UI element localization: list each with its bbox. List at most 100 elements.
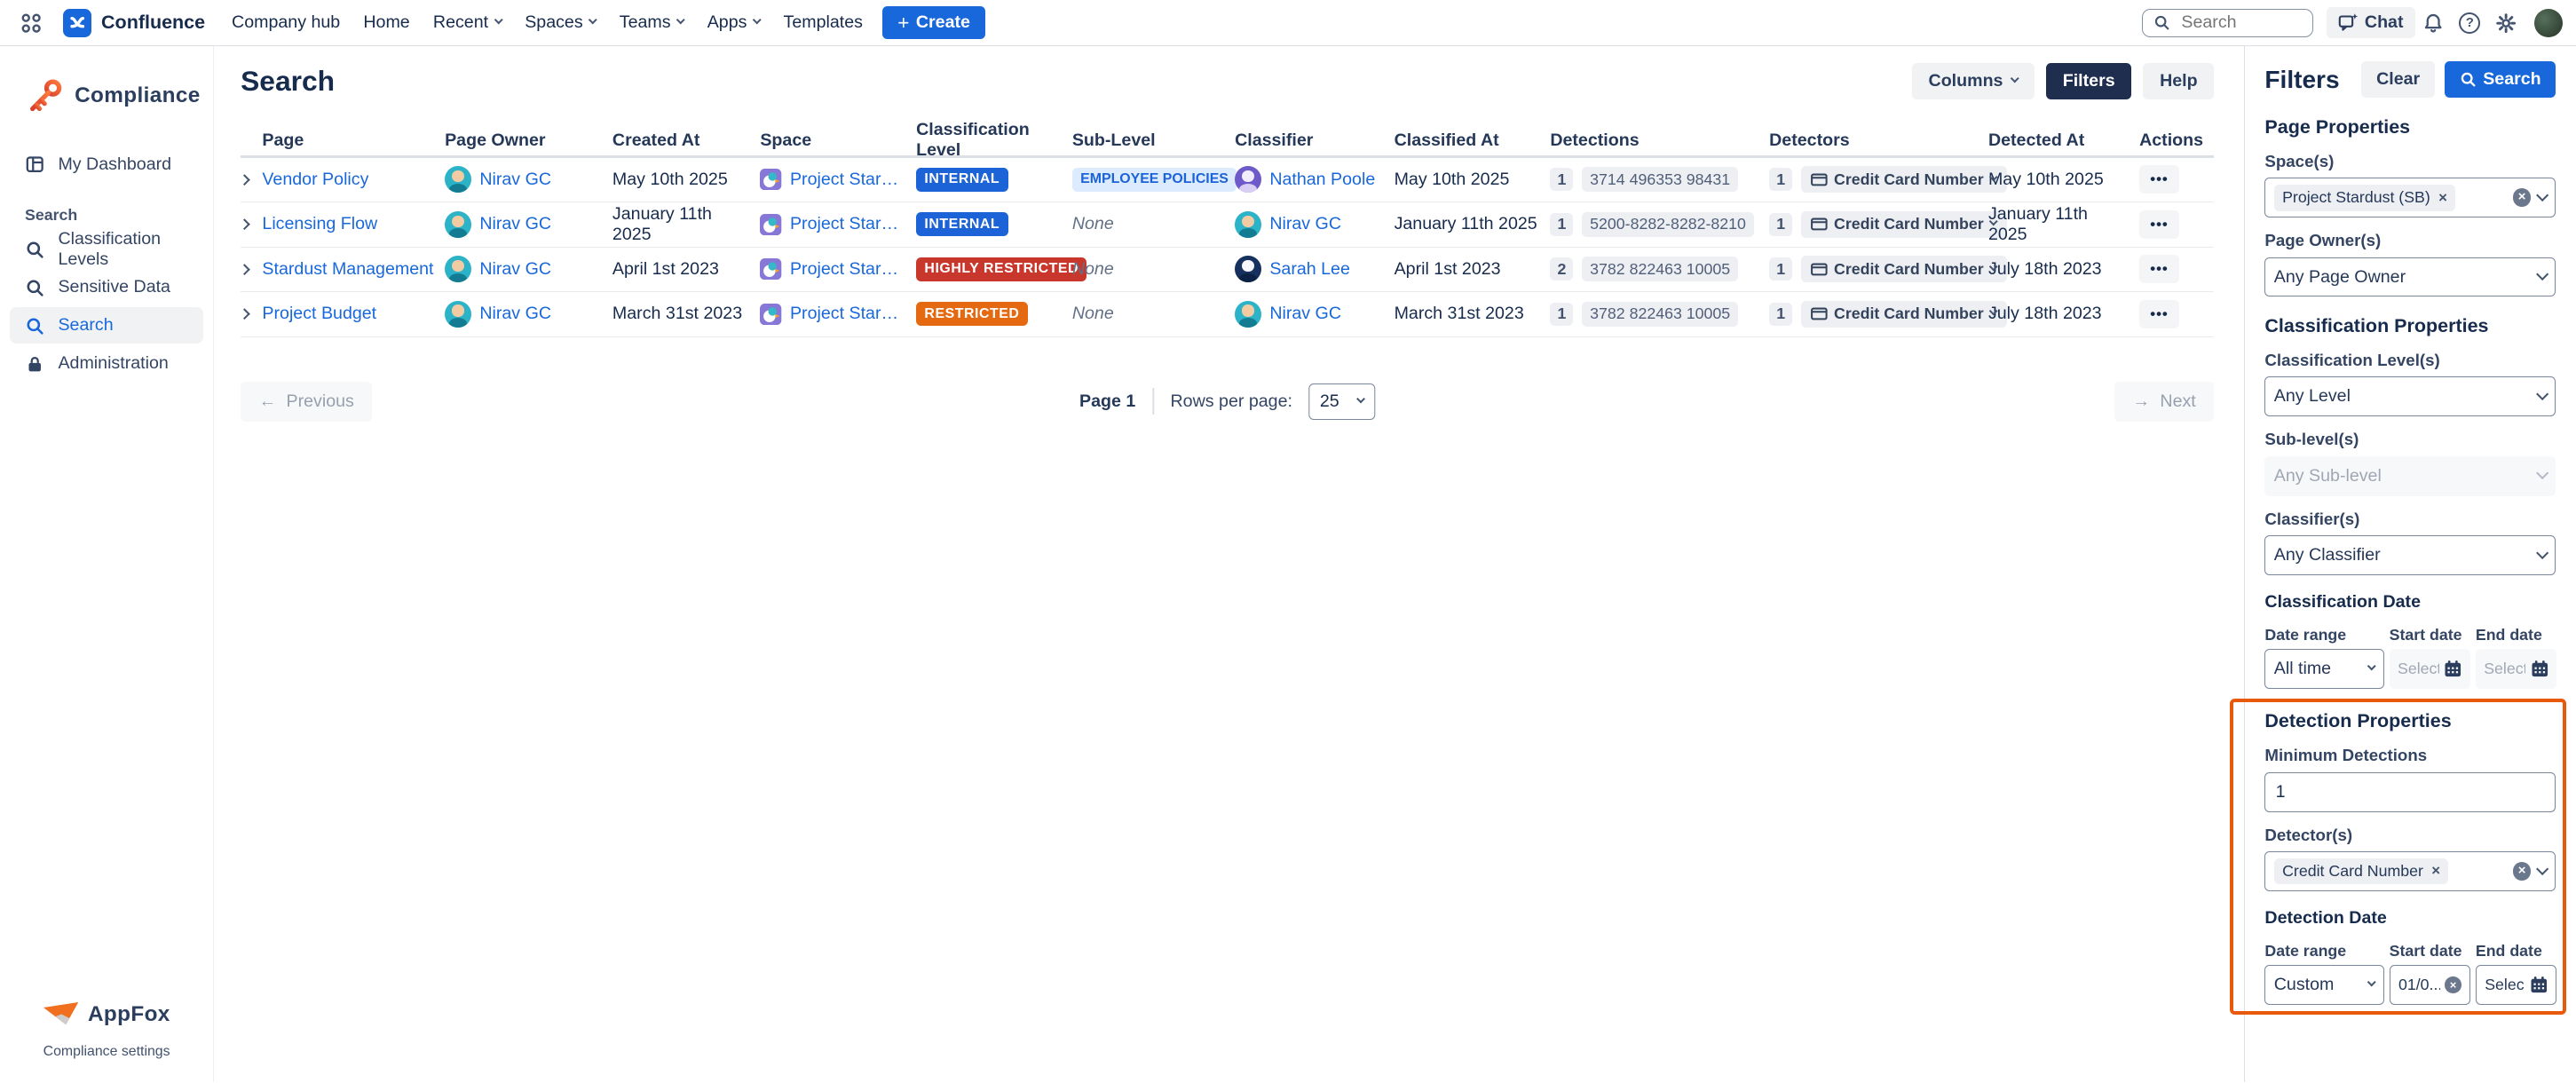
row-expand-button[interactable]: [241, 310, 249, 318]
detector-chip[interactable]: Credit Card Number: [1801, 301, 2007, 328]
compliance-settings-link[interactable]: Compliance settings: [43, 1044, 170, 1060]
col-header-detected-at[interactable]: Detected At: [1988, 130, 2139, 151]
classified-at-value: January 11th 2025: [1395, 214, 1537, 234]
sidebar-item-classification-levels[interactable]: Classification Levels: [10, 231, 203, 267]
columns-button[interactable]: Columns: [1912, 63, 2035, 99]
space-link[interactable]: Project Stardust: [790, 170, 906, 190]
create-button[interactable]: + Create: [882, 6, 984, 39]
global-search-input[interactable]: [2142, 9, 2313, 37]
col-header-space[interactable]: Space: [760, 130, 916, 151]
classification-start-date-input[interactable]: Select.: [2390, 649, 2471, 689]
col-header-page[interactable]: Page: [262, 130, 445, 151]
col-header-created-at[interactable]: Created At: [612, 130, 760, 151]
row-actions-button[interactable]: •••: [2139, 210, 2179, 239]
detectors-count-badge: 1: [1769, 303, 1792, 326]
spaces-select[interactable]: Project Stardust (SB)× ×: [2264, 178, 2556, 217]
owner-link[interactable]: Nirav GC: [479, 170, 551, 190]
space-chip[interactable]: Project Stardust (SB)×: [2274, 185, 2456, 211]
row-expand-button[interactable]: [241, 220, 249, 228]
nav-spaces[interactable]: Spaces: [525, 12, 596, 33]
detectors-select[interactable]: Credit Card Number× ×: [2264, 851, 2556, 891]
calendar-icon[interactable]: [2530, 976, 2548, 994]
col-header-detectors[interactable]: Detectors: [1769, 130, 1988, 151]
sub-level-none: None: [1072, 214, 1114, 234]
clear-filters-button[interactable]: Clear: [2361, 61, 2435, 98]
clear-icon[interactable]: ×: [2513, 188, 2532, 207]
classifier-link[interactable]: Sarah Lee: [1269, 259, 1350, 280]
detector-chip[interactable]: Credit Card Number×: [2274, 858, 2449, 885]
minimum-detections-input[interactable]: [2264, 772, 2556, 812]
space-link[interactable]: Project Stardust: [790, 304, 906, 324]
space-icon: [760, 304, 781, 325]
chevron-down-icon: [2536, 388, 2549, 401]
nav-home[interactable]: Home: [363, 12, 409, 33]
row-actions-button[interactable]: •••: [2139, 165, 2179, 194]
chat-button[interactable]: Chat: [2327, 7, 2415, 39]
row-expand-button[interactable]: [241, 265, 249, 273]
detector-chip[interactable]: Credit Card Number: [1801, 256, 2007, 282]
detector-chip[interactable]: Credit Card Number: [1801, 211, 2007, 238]
sidebar-item-administration[interactable]: Administration: [10, 345, 203, 382]
help-button-toolbar[interactable]: Help: [2143, 63, 2214, 99]
notifications-button[interactable]: [2415, 4, 2452, 41]
page-link[interactable]: Licensing Flow: [262, 214, 377, 234]
nav-templates[interactable]: Templates: [784, 12, 863, 33]
classification-end-date-input[interactable]: Select.: [2476, 649, 2557, 689]
page-link[interactable]: Vendor Policy: [262, 170, 368, 190]
remove-icon[interactable]: ×: [2431, 862, 2440, 880]
app-switcher-button[interactable]: [13, 4, 50, 41]
nav-recent[interactable]: Recent: [433, 12, 502, 33]
owner-link[interactable]: Nirav GC: [479, 304, 551, 324]
classifier-label: Classifier(s): [2264, 510, 2556, 529]
detection-date-range-select[interactable]: Custom: [2264, 965, 2384, 1005]
row-expand-button[interactable]: [241, 176, 249, 184]
apply-search-button[interactable]: Search: [2445, 61, 2556, 98]
remove-icon[interactable]: ×: [2438, 189, 2447, 207]
space-link[interactable]: Project Stardust: [790, 214, 906, 234]
more-icon: •••: [2150, 216, 2168, 233]
page-link[interactable]: Project Budget: [262, 304, 376, 324]
user-avatar[interactable]: [2534, 9, 2563, 37]
classifier-link[interactable]: Nathan Poole: [1269, 170, 1375, 190]
space-link[interactable]: Project Stardust: [790, 259, 906, 280]
col-header-classified-at[interactable]: Classified At: [1395, 130, 1551, 151]
col-header-detections[interactable]: Detections: [1550, 130, 1769, 151]
filters-toggle-button[interactable]: Filters: [2046, 63, 2131, 99]
col-header-classification-level[interactable]: Classification Level: [916, 120, 1072, 161]
col-header-classifier[interactable]: Classifier: [1235, 130, 1395, 151]
search-input[interactable]: [2178, 11, 2295, 35]
detection-end-date-input[interactable]: Selec: [2476, 965, 2557, 1005]
clear-icon[interactable]: ×: [2445, 976, 2461, 993]
owner-link[interactable]: Nirav GC: [479, 214, 551, 234]
classification-level-select[interactable]: Any Level: [2264, 376, 2556, 416]
row-actions-button[interactable]: •••: [2139, 255, 2179, 283]
col-header-page-owner[interactable]: Page Owner: [445, 130, 612, 151]
previous-page-button[interactable]: ← Previous: [241, 382, 372, 422]
classifier-link[interactable]: Nirav GC: [1269, 304, 1341, 324]
chevron-down-icon: [2367, 662, 2377, 672]
classifier-avatar: [1235, 301, 1261, 328]
sidebar-item-search[interactable]: Search: [10, 307, 203, 344]
sidebar-item-sensitive-data[interactable]: Sensitive Data: [10, 269, 203, 305]
row-actions-button[interactable]: •••: [2139, 300, 2179, 328]
nav-apps[interactable]: Apps: [707, 12, 761, 33]
settings-button[interactable]: [2488, 4, 2525, 41]
owner-link[interactable]: Nirav GC: [479, 259, 551, 280]
help-button[interactable]: ?: [2452, 4, 2488, 41]
classifier-link[interactable]: Nirav GC: [1269, 214, 1341, 234]
nav-teams[interactable]: Teams: [620, 12, 684, 33]
rows-per-page-select[interactable]: 25: [1309, 383, 1376, 420]
next-page-button[interactable]: → Next: [2114, 382, 2214, 422]
sidebar-item-my-dashboard[interactable]: My Dashboard: [10, 146, 203, 183]
clear-icon[interactable]: ×: [2513, 862, 2532, 881]
page-link[interactable]: Stardust Management: [262, 259, 433, 280]
calendar-icon[interactable]: [2531, 660, 2549, 678]
classification-date-range-select[interactable]: All time: [2264, 649, 2384, 689]
page-owner-select[interactable]: Any Page Owner: [2264, 257, 2556, 297]
classifier-select[interactable]: Any Classifier: [2264, 535, 2556, 575]
detection-start-date-input[interactable]: 01/0... ×: [2390, 965, 2471, 1005]
calendar-icon[interactable]: [2444, 660, 2462, 678]
nav-company-hub[interactable]: Company hub: [232, 12, 340, 33]
col-header-sub-level[interactable]: Sub-Level: [1072, 130, 1235, 151]
detector-chip[interactable]: Credit Card Number: [1801, 166, 2007, 193]
